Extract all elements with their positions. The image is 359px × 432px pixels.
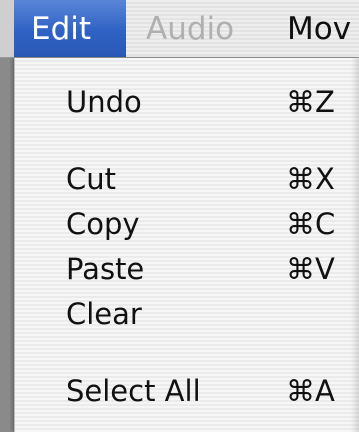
menu-item-shortcut: ⌘X xyxy=(286,162,335,196)
edit-dropdown-menu: Undo ⌘Z Cut ⌘X Copy ⌘C Paste ⌘V Clear Se… xyxy=(14,58,359,432)
menu-item-shortcut: ⌘A xyxy=(286,374,335,408)
menu-item-shortcut: ⌘V xyxy=(286,252,335,286)
menu-bar-edge xyxy=(0,0,14,57)
menu-item-cut[interactable]: Cut ⌘X xyxy=(15,156,359,202)
menu-right-shadow xyxy=(351,58,359,432)
menu-audio[interactable]: Audio xyxy=(146,0,234,57)
menu-edit[interactable]: Edit xyxy=(14,0,126,57)
menu-item-label: Paste xyxy=(66,252,145,286)
menu-item-shortcut: ⌘C xyxy=(286,207,336,241)
menu-separator xyxy=(15,139,359,140)
menu-separator xyxy=(15,350,359,351)
menu-item-clear[interactable]: Clear xyxy=(15,291,359,337)
menu-item-label: Copy xyxy=(66,207,140,241)
menu-item-select-all[interactable]: Select All ⌘A xyxy=(15,368,359,414)
menu-item-shortcut: ⌘Z xyxy=(286,85,335,119)
menu-item-label: Cut xyxy=(66,162,116,196)
menu-bar: Edit Audio Mov xyxy=(0,0,359,58)
menu-item-label: Select All xyxy=(66,374,201,408)
menu-item-undo[interactable]: Undo ⌘Z xyxy=(15,79,359,125)
menu-movie[interactable]: Mov xyxy=(287,0,351,57)
menu-item-copy[interactable]: Copy ⌘C xyxy=(15,201,359,247)
menu-item-label: Undo xyxy=(66,85,142,119)
menu-item-paste[interactable]: Paste ⌘V xyxy=(15,246,359,292)
menu-item-label: Clear xyxy=(66,297,142,331)
